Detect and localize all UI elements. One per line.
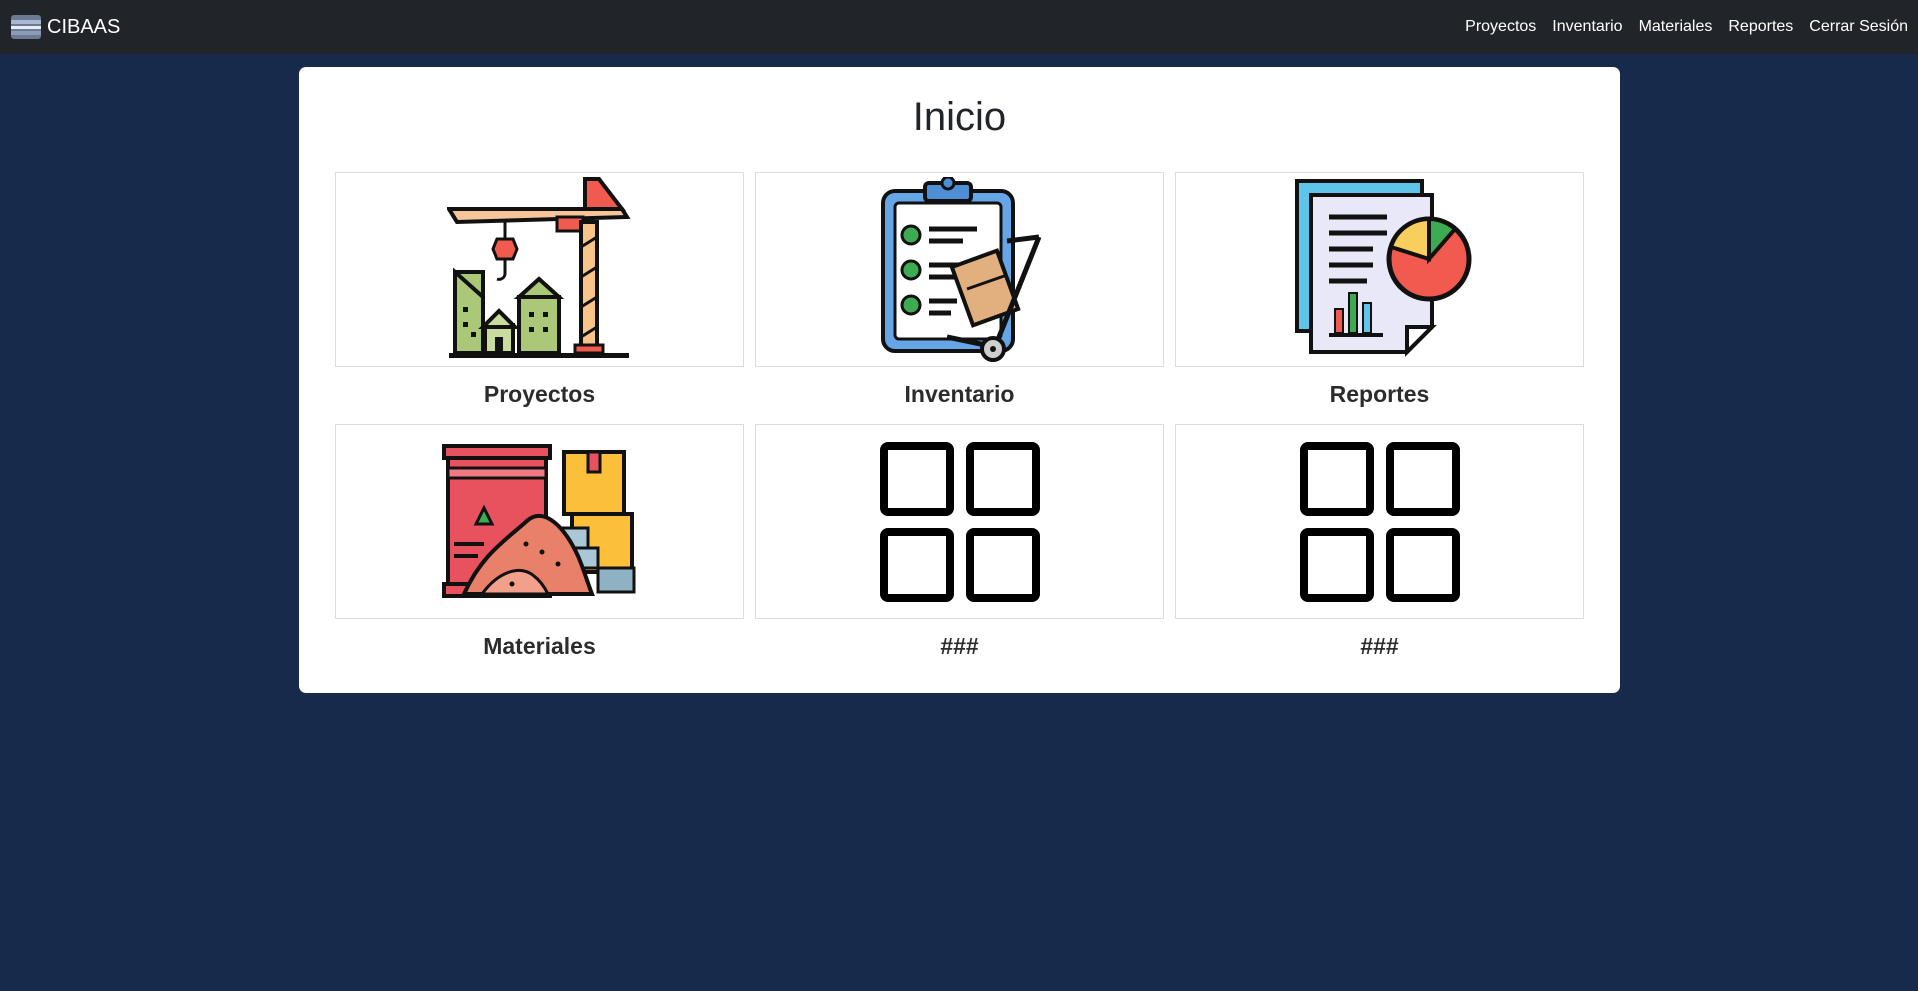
nav-inventario[interactable]: Inventario [1552, 18, 1622, 36]
grid-icon [1299, 441, 1460, 602]
nav-materiales[interactable]: Materiales [1639, 18, 1713, 36]
card-label-materiales: Materiales [483, 633, 596, 659]
brand-name: CIBAAS [47, 15, 121, 38]
navbar: CIBAAS Proyectos Inventario Materiales R… [0, 0, 1918, 54]
main-panel: Inicio Proyectos Inventario Reportes Mat… [299, 67, 1620, 693]
card-materiales[interactable] [335, 424, 744, 619]
card-label-proyectos: Proyectos [483, 381, 596, 407]
card-label-placeholder-1: ### [940, 633, 979, 659]
card-label-placeholder-2: ### [1360, 633, 1399, 659]
card-proyectos[interactable] [335, 172, 744, 367]
nav-links: Proyectos Inventario Materiales Reportes… [1449, 18, 1908, 36]
card-label-inventario: Inventario [904, 381, 1015, 407]
report-chart-icon [1295, 179, 1472, 357]
nav-cerrar-sesion[interactable]: Cerrar Sesión [1809, 18, 1908, 36]
card-placeholder-2[interactable] [1175, 424, 1584, 619]
card-inventario[interactable] [755, 172, 1164, 367]
brand-logo-icon [11, 15, 41, 39]
nav-reportes[interactable]: Reportes [1728, 18, 1793, 36]
grid-icon [879, 441, 1040, 602]
construction-crane-icon [447, 177, 631, 358]
page-title: Inicio [912, 95, 1007, 139]
card-grid: Proyectos Inventario Reportes Materiales… [335, 172, 1584, 676]
materials-icon [442, 444, 636, 598]
card-placeholder-1[interactable] [755, 424, 1164, 619]
card-label-reportes: Reportes [1329, 381, 1430, 407]
card-reportes[interactable] [1175, 172, 1584, 367]
brand-link[interactable]: CIBAAS [11, 15, 120, 39]
nav-proyectos[interactable]: Proyectos [1465, 18, 1536, 36]
inventory-clipboard-icon [881, 177, 1042, 362]
